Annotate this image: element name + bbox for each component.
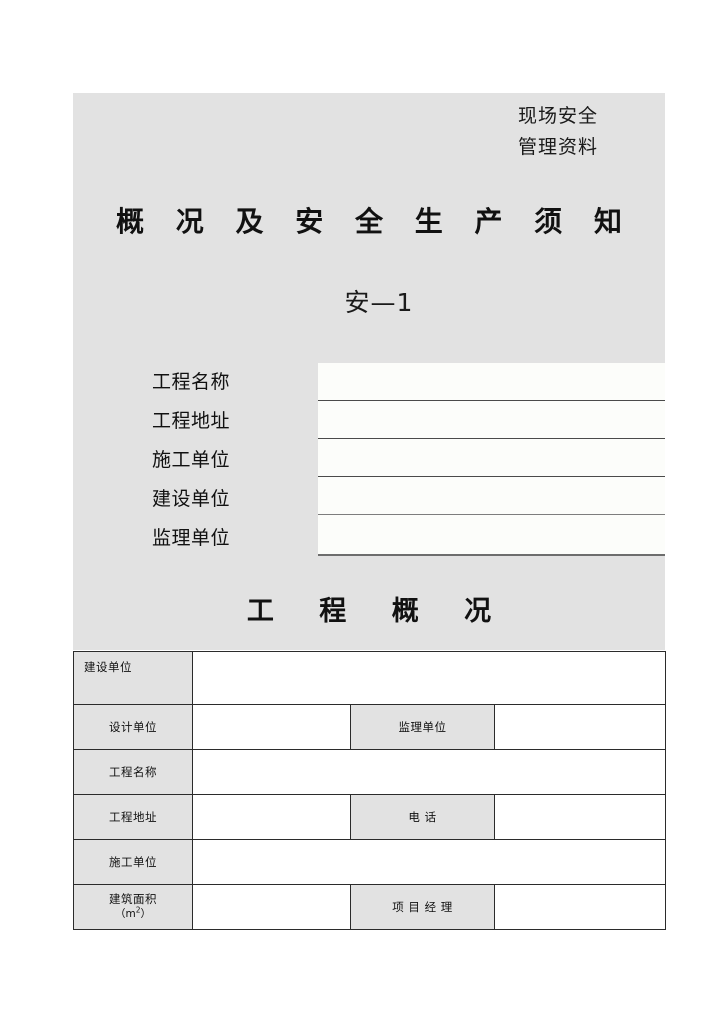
cell-value-project-manager[interactable] bbox=[494, 884, 666, 930]
fill-in-form-area: 工程名称 工程地址 施工单位 建设单位 监理单位 bbox=[73, 363, 665, 573]
cell-label-design-unit: 设计单位 bbox=[73, 704, 193, 750]
form-field-development-unit[interactable] bbox=[318, 477, 665, 515]
cell-label-construction-unit: 施工单位 bbox=[73, 839, 193, 885]
cell-label-project-name: 工程名称 bbox=[73, 749, 193, 795]
cell-label-telephone: 电 话 bbox=[350, 794, 495, 840]
form-label-supervision-unit: 监理单位 bbox=[152, 527, 231, 549]
table-row: 工程地址 电 话 bbox=[73, 794, 666, 840]
cell-label-development-unit: 建设单位 bbox=[73, 651, 193, 705]
cell-value-building-area[interactable] bbox=[192, 884, 351, 930]
cell-label-building-area: 建筑面积 （m2） bbox=[73, 884, 193, 930]
cell-label-project-manager: 项 目 经 理 bbox=[350, 884, 495, 930]
page-title: 概 况 及 安 全 生 产 须 知 bbox=[116, 205, 633, 238]
form-field-project-name[interactable] bbox=[318, 363, 665, 401]
form-label-project-address: 工程地址 bbox=[152, 410, 231, 432]
section-title-project-overview: 工 程 概 况 bbox=[246, 596, 510, 627]
cell-value-supervision-unit[interactable] bbox=[494, 704, 666, 750]
document-code: 安—1 bbox=[344, 288, 414, 317]
form-field-project-address[interactable] bbox=[318, 401, 665, 439]
form-field-supervision-unit[interactable] bbox=[318, 515, 665, 554]
cell-value-project-address[interactable] bbox=[192, 794, 351, 840]
cell-value-project-name[interactable] bbox=[192, 749, 666, 795]
cell-label-building-area-main: 建筑面积 bbox=[109, 892, 157, 906]
cell-label-supervision-unit: 监理单位 bbox=[350, 704, 495, 750]
cell-label-building-area-unit: （m2） bbox=[114, 905, 151, 920]
banner-line-1: 现场安全 bbox=[518, 105, 599, 127]
cell-label-project-address: 工程地址 bbox=[73, 794, 193, 840]
table-row: 施工单位 bbox=[73, 839, 666, 885]
table-row: 建筑面积 （m2） 项 目 经 理 bbox=[73, 884, 666, 930]
document-page: 现场安全 管理资料 概 况 及 安 全 生 产 须 知 安—1 工程名称 工程地… bbox=[0, 0, 726, 1026]
banner-text: 现场安全 管理资料 bbox=[518, 101, 658, 163]
cell-value-design-unit[interactable] bbox=[192, 704, 351, 750]
table-row: 工程名称 bbox=[73, 749, 666, 795]
cell-value-telephone[interactable] bbox=[494, 794, 666, 840]
form-label-project-name: 工程名称 bbox=[152, 371, 231, 393]
form-label-development-unit: 建设单位 bbox=[152, 488, 231, 510]
form-label-construction-unit: 施工单位 bbox=[152, 449, 231, 471]
form-field-construction-unit[interactable] bbox=[318, 439, 665, 477]
banner-line-2: 管理资料 bbox=[518, 136, 599, 158]
cell-value-construction-unit[interactable] bbox=[192, 839, 666, 885]
project-overview-table: 建设单位 设计单位 监理单位 工程名称 工程地址 电 话 施工单位 建筑面积 （… bbox=[73, 651, 666, 930]
fill-in-form-fields bbox=[318, 363, 665, 556]
table-row: 建设单位 bbox=[73, 651, 666, 705]
header-shaded-block: 现场安全 管理资料 概 况 及 安 全 生 产 须 知 安—1 工程名称 工程地… bbox=[73, 93, 665, 650]
table-row: 设计单位 监理单位 bbox=[73, 704, 666, 750]
fill-in-form-labels: 工程名称 工程地址 施工单位 建设单位 监理单位 bbox=[152, 363, 312, 558]
cell-value-development-unit[interactable] bbox=[192, 651, 666, 705]
